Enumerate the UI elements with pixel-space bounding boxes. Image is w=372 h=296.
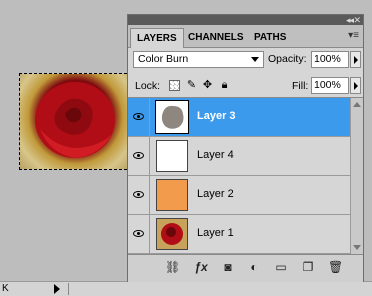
lock-label: Lock:	[135, 80, 161, 92]
scroll-up-icon[interactable]	[353, 102, 361, 107]
opacity-input[interactable]: 100%	[311, 51, 349, 68]
rose-image-selection[interactable]	[19, 73, 132, 170]
layer-thumbnail	[156, 140, 188, 172]
visibility-eye-icon[interactable]	[128, 215, 150, 253]
blend-row: Color Burn Opacity: 100%	[128, 49, 363, 73]
trash-icon[interactable]: 🗑︎	[328, 260, 343, 274]
panel-menu-icon[interactable]: ▾≡	[348, 30, 359, 41]
layers-list: Layer 3 Layer 4 Layer 2 Layer 1	[128, 98, 350, 254]
lock-transparency-icon[interactable]	[169, 80, 180, 91]
chevron-down-icon	[251, 57, 259, 62]
scroll-down-icon[interactable]	[353, 245, 361, 250]
fill-label: Fill:	[292, 80, 309, 92]
visibility-eye-icon[interactable]	[128, 137, 150, 175]
mask-icon[interactable]: ◙	[221, 260, 235, 274]
selection-marquee	[19, 73, 132, 170]
visibility-eye-icon[interactable]	[128, 98, 150, 136]
layer-row-layer-2[interactable]: Layer 2	[128, 176, 350, 215]
group-icon[interactable]: ▭	[274, 260, 288, 274]
lock-row: Lock: ✎ ✥ 🔒︎ Fill: 100%	[128, 75, 363, 98]
fill-input[interactable]: 100%	[311, 77, 349, 94]
layer-name: Layer 4	[197, 149, 234, 161]
fx-icon[interactable]: ƒx	[194, 260, 208, 274]
tab-paths[interactable]: PATHS	[248, 28, 292, 47]
adjustment-icon[interactable]: ◐	[247, 260, 261, 274]
fill-slider-button[interactable]	[350, 77, 361, 94]
blend-mode-value: Color Burn	[138, 53, 189, 65]
panel-tabs: LAYERS CHANNELS PATHS ▾≡	[128, 25, 363, 48]
layer-thumbnail	[156, 179, 188, 211]
status-text: K	[2, 283, 9, 294]
layer-name: Layer 2	[197, 188, 234, 200]
opacity-slider-button[interactable]	[350, 51, 361, 68]
tab-layers[interactable]: LAYERS	[130, 28, 184, 48]
layer-row-layer-1[interactable]: Layer 1	[128, 215, 350, 254]
panel-footer: ⛓ ƒx ◙ ◐ ▭ ❐ 🗑︎	[128, 254, 363, 282]
layer-row-layer-3[interactable]: Layer 3	[128, 98, 350, 137]
collapse-icon[interactable]: ◂◂	[346, 15, 354, 25]
layer-thumbnail	[156, 218, 188, 250]
status-bar: K	[0, 281, 372, 296]
status-arrow-icon[interactable]	[54, 284, 60, 294]
panel-titlebar[interactable]: ◂◂ ✕	[128, 15, 363, 25]
lock-position-icon[interactable]: ✥	[202, 80, 213, 91]
close-icon[interactable]: ✕	[353, 15, 361, 25]
layers-scrollbar[interactable]	[350, 98, 363, 254]
layer-name: Layer 3	[197, 110, 236, 122]
lock-pixels-icon[interactable]: ✎	[186, 80, 197, 91]
layer-row-layer-4[interactable]: Layer 4	[128, 137, 350, 176]
link-icon[interactable]: ⛓	[165, 260, 180, 274]
new-layer-icon[interactable]: ❐	[301, 260, 315, 274]
layer-thumbnail	[155, 100, 189, 134]
status-divider	[68, 283, 69, 295]
tab-channels[interactable]: CHANNELS	[182, 28, 250, 47]
opacity-label: Opacity:	[268, 53, 307, 65]
layer-name: Layer 1	[197, 227, 234, 239]
lock-all-icon[interactable]: 🔒︎	[219, 80, 230, 91]
visibility-eye-icon[interactable]	[128, 176, 150, 214]
blend-mode-select[interactable]: Color Burn	[133, 51, 264, 68]
layers-panel: ◂◂ ✕ LAYERS CHANNELS PATHS ▾≡ Color Burn…	[127, 14, 364, 282]
